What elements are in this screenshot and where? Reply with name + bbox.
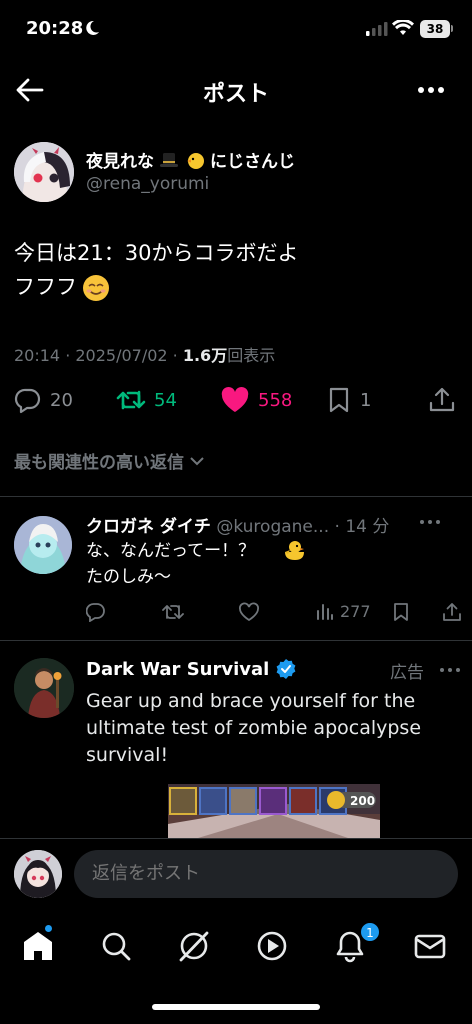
reply-reply-button[interactable] xyxy=(86,602,106,622)
ad-advertiser-name: Dark War Survival xyxy=(86,658,270,680)
tab-messages[interactable] xyxy=(410,926,450,966)
tab-home[interactable] xyxy=(18,926,58,966)
chick-icon xyxy=(285,541,304,560)
bookmark-count: 1 xyxy=(360,389,372,411)
share-icon xyxy=(429,387,455,412)
post-meta: 20:14 · 2025/07/02 · 1.6万回表示 xyxy=(14,342,275,366)
reply-icon xyxy=(86,603,105,622)
reply-actions: 277 xyxy=(86,602,461,626)
reply-like-button[interactable] xyxy=(238,602,260,622)
page-title: ポスト xyxy=(202,82,269,107)
more-icon[interactable] xyxy=(438,660,462,680)
battery-tip xyxy=(451,25,453,32)
reply-compose-input[interactable] xyxy=(74,850,458,898)
ad-text: Gear up and brace yourself for the ultim… xyxy=(86,690,422,766)
back-arrow-icon[interactable] xyxy=(14,76,46,104)
reply-views-button[interactable]: 277 xyxy=(316,602,371,621)
ad-advertiser[interactable]: Dark War Survival xyxy=(86,658,297,680)
tab-grok[interactable] xyxy=(174,926,214,966)
more-icon[interactable] xyxy=(418,512,442,532)
ad-label: 広告 xyxy=(390,663,424,683)
home-icon xyxy=(24,932,52,960)
bookmark-button[interactable]: 1 xyxy=(326,386,371,414)
bookmark-icon xyxy=(329,387,349,413)
reply-count: 20 xyxy=(50,389,73,411)
reply-author-name[interactable]: クロガネ ダイチ xyxy=(86,517,211,537)
reply-time: · 14 分 xyxy=(329,517,390,537)
spaces-icon xyxy=(257,931,287,961)
more-icon[interactable] xyxy=(414,76,448,104)
smiling-face-icon xyxy=(83,275,109,301)
wifi-icon xyxy=(392,20,414,35)
reply-author-handle[interactable]: @kurogane... xyxy=(216,517,329,537)
notifications-badge: 1 xyxy=(360,922,380,942)
tab-search[interactable] xyxy=(96,926,136,966)
heart-icon xyxy=(239,602,259,622)
signal-icon xyxy=(366,22,388,36)
author-name-text: 夜見れな xyxy=(86,152,154,172)
ad-coin-count: 200 xyxy=(350,794,376,808)
battery-indicator: 38 xyxy=(420,20,450,38)
verified-icon xyxy=(276,659,296,679)
reply-bookmark-button[interactable] xyxy=(392,602,410,622)
author-handle[interactable]: @rena_yorumi xyxy=(86,174,209,194)
divider xyxy=(0,496,472,497)
reply-view-count: 277 xyxy=(340,602,371,621)
post-actions: 20 54 558 1 xyxy=(14,386,458,420)
reply-avatar[interactable] xyxy=(14,516,72,574)
reply-header: クロガネ ダイチ @kurogane... · 14 分 xyxy=(86,512,389,537)
view-label: 回表示 xyxy=(227,346,276,365)
author-avatar[interactable] xyxy=(14,142,74,202)
like-button[interactable]: 558 xyxy=(220,386,292,414)
home-new-indicator xyxy=(44,924,53,933)
home-indicator[interactable] xyxy=(152,1004,320,1010)
heart-icon xyxy=(221,387,249,412)
author-affiliation: にじさんじ xyxy=(210,152,295,172)
reply-icon xyxy=(14,388,41,414)
view-count: 1.6万 xyxy=(182,346,228,365)
chevron-down-icon xyxy=(190,456,204,465)
share-icon xyxy=(443,603,461,621)
repost-count: 54 xyxy=(154,389,177,411)
top-hat-icon xyxy=(160,152,178,167)
grok-icon xyxy=(179,931,209,962)
repost-button[interactable]: 54 xyxy=(116,386,177,414)
author-name[interactable]: 夜見れな にじさんじ xyxy=(86,147,295,172)
my-avatar[interactable] xyxy=(14,850,62,898)
search-icon xyxy=(102,932,131,961)
bookmark-icon xyxy=(394,603,408,621)
views-icon xyxy=(317,603,333,620)
share-button[interactable] xyxy=(428,386,456,414)
moon-icon xyxy=(86,20,99,35)
post-text: 今日は21：30からコラボだよ フフフ xyxy=(14,241,299,299)
reply-share-button[interactable] xyxy=(442,602,462,622)
post-time: 20:14 · 2025/07/02 · xyxy=(14,346,183,365)
divider xyxy=(0,640,472,641)
repost-icon xyxy=(116,390,146,410)
repost-icon xyxy=(162,605,184,619)
status-time: 20:28 xyxy=(26,18,84,39)
reply-sort-selector[interactable]: 最も関連性の高い返信 xyxy=(14,448,206,473)
ad-media[interactable]: 200 xyxy=(168,784,380,838)
sort-label: 最も関連性の高い返信 xyxy=(14,453,184,473)
tab-spaces[interactable] xyxy=(252,926,292,966)
like-count: 558 xyxy=(258,389,293,411)
reply-repost-button[interactable] xyxy=(162,602,184,622)
chick-icon xyxy=(187,152,204,169)
mail-icon xyxy=(414,934,446,959)
reply-text: な、なんだってー！？ たのしみ〜 xyxy=(86,541,256,587)
ad-avatar[interactable] xyxy=(14,658,74,718)
reply-button[interactable]: 20 xyxy=(14,386,73,414)
